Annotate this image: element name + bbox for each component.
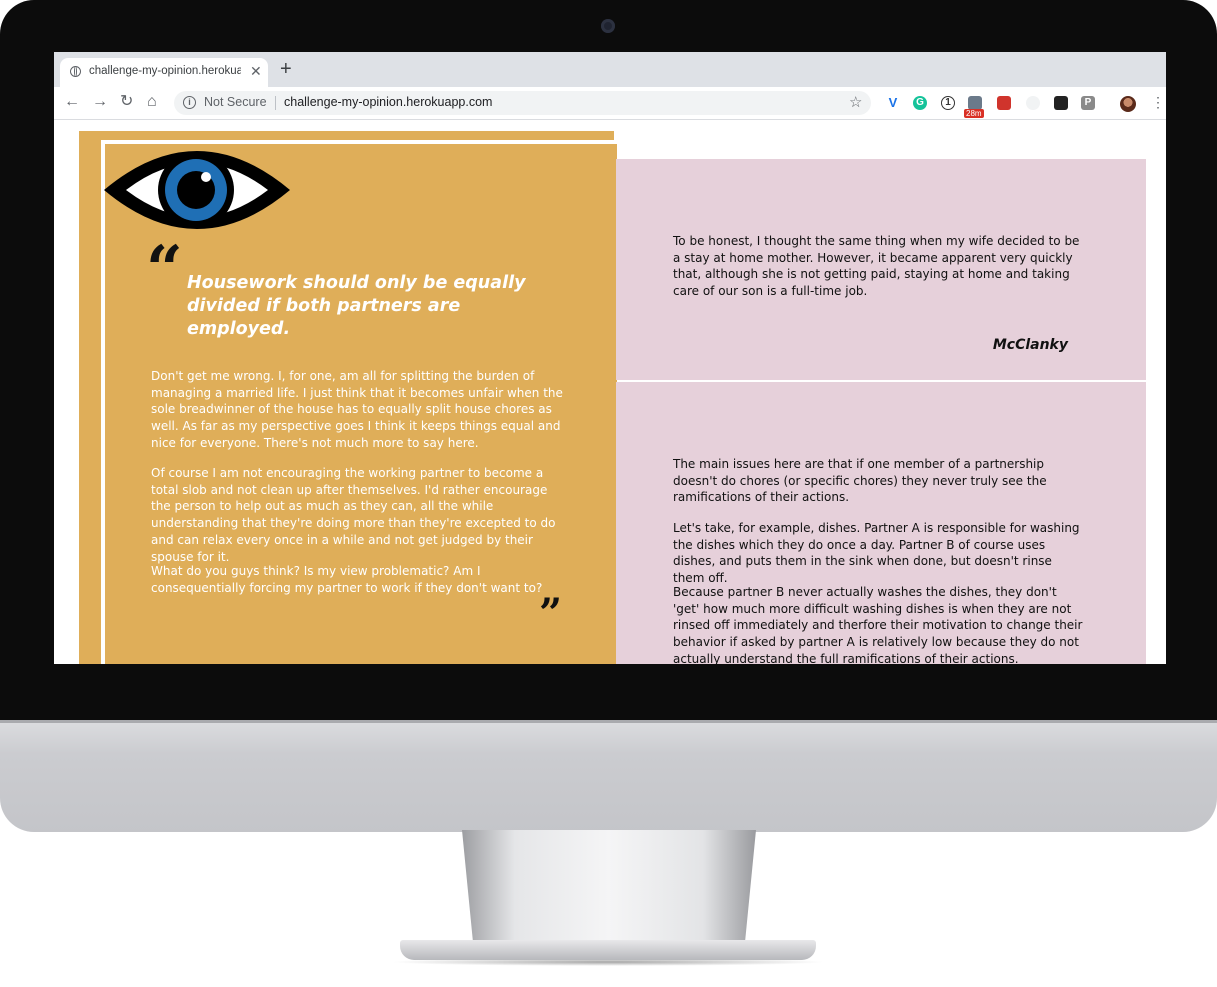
timer-extension-icon[interactable] — [968, 96, 982, 110]
p-extension-icon[interactable]: P — [1081, 96, 1095, 110]
eye-logo-icon — [104, 151, 290, 229]
address-divider — [275, 96, 276, 110]
browser-tab[interactable]: challenge-my-opinion.herokuapp.com ✕ — [60, 58, 268, 87]
menu-kebab-icon[interactable]: ⋮ — [1151, 93, 1165, 111]
opinion-title: Housework should only be equally divided… — [187, 273, 526, 339]
red-extension-icon[interactable] — [997, 96, 1011, 110]
opinion-paragraph: What do you guys think? Is my view probl… — [151, 564, 543, 595]
comment-paragraph: Let's take, for example, dishes. Partner… — [673, 521, 1080, 586]
monitor-chin — [0, 720, 1217, 832]
bookmark-star-icon[interactable]: ☆ — [849, 93, 862, 111]
comment-paragraph: Because partner B never actually washes … — [673, 585, 1083, 664]
forward-icon[interactable]: → — [92, 92, 108, 112]
close-icon[interactable]: ✕ — [250, 63, 262, 80]
grammarly-extension-icon[interactable]: G — [913, 96, 927, 110]
tab-title: challenge-my-opinion.herokuapp.com — [89, 65, 241, 77]
onepassword-extension-icon[interactable]: 1 — [941, 96, 955, 110]
comment-card: The main issues here are that if one mem… — [616, 382, 1146, 664]
comment-text: To be honest, I thought the same thing w… — [673, 234, 1080, 299]
webcam — [601, 19, 615, 33]
comment-card: To be honest, I thought the same thing w… — [616, 159, 1146, 380]
clock-extension-icon[interactable] — [1026, 96, 1040, 110]
monitor-stand — [462, 830, 756, 950]
address-bar[interactable]: i Not Secure challenge-my-opinion.heroku… — [174, 91, 871, 115]
vimeo-extension-icon[interactable]: V — [886, 96, 900, 110]
reload-icon[interactable]: ↻ — [120, 92, 133, 112]
opinion-paragraph: Don't get me wrong. I, for one, am all f… — [151, 369, 563, 450]
new-tab-button[interactable]: + — [280, 58, 292, 80]
home-icon[interactable]: ⌂ — [147, 92, 157, 112]
comment-author[interactable]: McClanky — [988, 337, 1068, 353]
url-text[interactable]: challenge-my-opinion.herokuapp.com — [284, 95, 492, 109]
tab-strip: challenge-my-opinion.herokuapp.com ✕ + — [54, 52, 1166, 87]
monitor-base — [400, 940, 816, 960]
camera-extension-icon[interactable] — [1054, 96, 1068, 110]
globe-icon — [70, 66, 81, 77]
info-icon[interactable]: i — [183, 96, 196, 109]
browser-window: challenge-my-opinion.herokuapp.com ✕ + ←… — [54, 52, 1166, 664]
monitor-chin-edge — [0, 720, 1217, 723]
opinion-paragraph: Of course I am not encouraging the worki… — [151, 466, 556, 564]
open-quote-mark: “ — [146, 232, 183, 307]
security-label: Not Secure — [204, 95, 267, 109]
profile-avatar[interactable] — [1120, 96, 1136, 112]
page-content: “ Housework should only be equally divid… — [54, 120, 1166, 664]
browser-toolbar: ← → ↻ ⌂ i Not Secure challenge-my-opinio… — [54, 87, 1166, 120]
extension-badge: 28m — [964, 109, 984, 118]
comment-paragraph: The main issues here are that if one mem… — [673, 457, 1047, 505]
back-icon[interactable]: ← — [64, 92, 80, 112]
close-quote-mark: ” — [539, 590, 563, 637]
